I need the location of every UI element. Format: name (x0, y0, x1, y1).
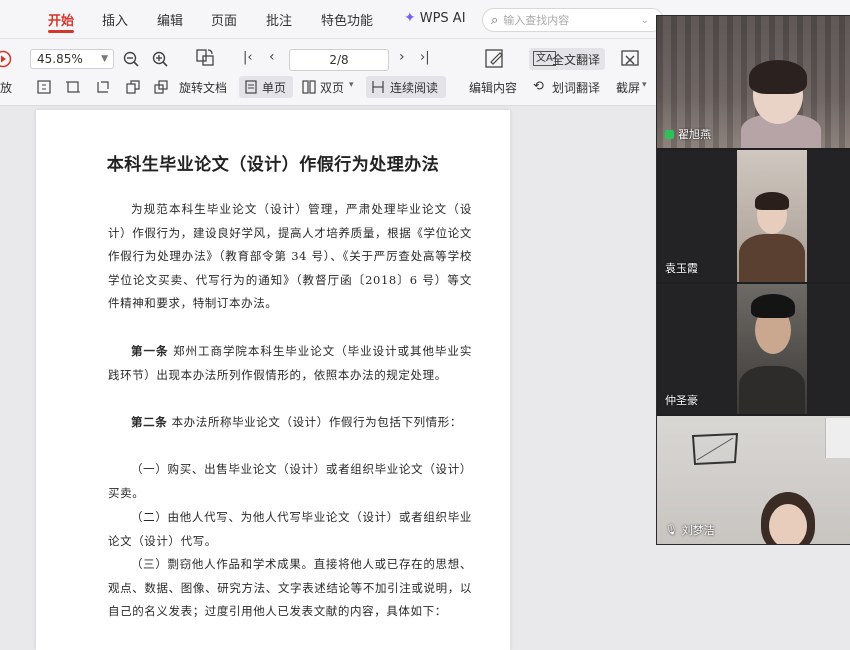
chevron-down-icon[interactable]: ▾ (642, 80, 647, 90)
article-1-heading: 第一条 (131, 344, 169, 358)
edit-content-button[interactable]: 编辑内容 (469, 79, 517, 96)
article-2-heading: 第二条 (131, 415, 168, 429)
search-icon: ⌕ (491, 12, 499, 28)
word-translate-icon: ⟲ (533, 79, 544, 94)
sparkle-icon: ✦ (404, 10, 416, 26)
screenshot-button[interactable]: 截屏 (616, 79, 640, 96)
article-2-body: 本办法所称毕业论文（设计）作假行为包括下列情形： (171, 415, 462, 429)
participant-name: 刘梦洁 (681, 524, 715, 537)
participant-name: 仲圣豪 (665, 394, 698, 407)
continuous-read-button[interactable]: 连续阅读 (390, 79, 438, 96)
zoom-in-icon[interactable] (151, 50, 169, 68)
participant-face (769, 504, 807, 544)
participant-tile[interactable]: 🎙 刘梦洁 (657, 416, 850, 544)
tab-features[interactable]: 特色功能 (321, 10, 373, 29)
word-translate-button[interactable]: 划词翻译 (552, 79, 600, 96)
single-page-button[interactable]: 单页 (262, 79, 286, 96)
participant-body (739, 234, 805, 282)
full-translate-button[interactable]: 全文翻译 (552, 51, 600, 68)
tab-start[interactable]: 开始 (48, 10, 74, 29)
copy-page-icon[interactable] (125, 79, 141, 95)
article-2: 第二条 本办法所称毕业论文（设计）作假行为包括下列情形： (108, 411, 472, 435)
chevron-down-icon[interactable]: ⌄ (641, 15, 649, 26)
search-placeholder: 输入查找内容 (503, 14, 570, 27)
tab-page[interactable]: 页面 (211, 10, 237, 29)
crop-icon[interactable] (65, 79, 81, 95)
participant-body (739, 366, 805, 414)
participant-name: 翟旭燕 (678, 128, 711, 141)
next-page-icon[interactable]: › (399, 49, 405, 65)
participant-hair (749, 60, 807, 94)
participant-hair (751, 294, 795, 318)
participant-name-label: 🎙 刘梦洁 (665, 522, 715, 538)
single-page-icon (245, 80, 257, 94)
zoom-select[interactable]: 45.85% ▼ (30, 49, 114, 69)
fit-page-icon[interactable] (36, 79, 52, 95)
double-page-icon (302, 80, 316, 94)
wps-ai-label: WPS AI (419, 10, 466, 26)
page-number: 2/8 (329, 53, 349, 67)
wall-frame (691, 432, 739, 466)
tab-insert[interactable]: 插入 (102, 10, 128, 29)
tab-edit[interactable]: 编辑 (157, 10, 183, 29)
wps-ai-button[interactable]: ✦ WPS AI (404, 10, 466, 26)
list-item-2: （二）由他人代写、为他人代写毕业论文（设计）或者组织毕业论文（设计）代写。 (108, 510, 472, 548)
participant-tile[interactable]: 袁玉霞 (657, 150, 850, 282)
microphone-muted-icon: 🎙 (665, 524, 678, 536)
participant-name-label: 仲圣豪 (665, 392, 698, 408)
participant-name-label: 翟旭燕 (665, 126, 711, 142)
frame-icon[interactable] (95, 79, 111, 95)
last-page-icon[interactable]: ›| (420, 50, 430, 65)
participant-tile[interactable]: 翟旭燕 (657, 16, 850, 148)
play-circle-icon[interactable] (0, 50, 12, 68)
video-call-panel: 翟旭燕 袁玉霞 仲圣豪 🎙 刘梦洁 (656, 15, 850, 545)
layers-icon[interactable] (153, 79, 169, 95)
zoom-out-icon[interactable] (122, 50, 140, 68)
chevron-down-icon[interactable]: ▾ (349, 80, 354, 90)
document-page[interactable]: 本科生毕业论文（设计）作假行为处理办法 为规范本科生毕业论文（设计）管理，严肃处… (36, 110, 510, 650)
edit-content-icon[interactable] (483, 47, 507, 71)
page-number-input[interactable]: 2/8 (289, 49, 389, 71)
article-1: 第一条 郑州工商学院本科生毕业论文（毕业设计或其他毕业实践环节）出现本办法所列作… (108, 340, 472, 387)
active-tab-indicator (48, 30, 74, 33)
microphone-on-icon (665, 129, 674, 139)
rotate-document-icon[interactable] (194, 47, 216, 69)
document-title: 本科生毕业论文（设计）作假行为处理办法 (106, 155, 440, 175)
list-item-1: （一）购买、出售毕业论文（设计）或者组织毕业论文（设计）买卖。 (108, 462, 472, 500)
participant-name-label: 袁玉霞 (665, 260, 698, 276)
zoom-value: 45.85% (37, 52, 83, 66)
prev-page-icon[interactable]: ‹ (269, 49, 275, 65)
rotate-label[interactable]: 旋转文档 (179, 79, 227, 96)
continuous-read-icon (372, 81, 384, 93)
first-page-icon[interactable]: |‹ (243, 50, 253, 65)
participant-hair (755, 192, 789, 210)
participant-tile[interactable]: 仲圣豪 (657, 284, 850, 414)
tab-comment[interactable]: 批注 (266, 10, 292, 29)
list-item-3: （三）剽窃他人作品和学术成果。直接将他人或已存在的思想、观点、数据、图像、研究方… (108, 557, 472, 618)
search-input[interactable]: ⌕ 输入查找内容 ⌄ (482, 8, 664, 32)
double-page-button[interactable]: 双页 (320, 79, 344, 96)
screenshot-icon[interactable] (618, 48, 642, 70)
intro-paragraph: 为规范本科生毕业论文（设计）管理，严肃处理毕业论文（设计）作假行为，建设良好学风… (108, 202, 472, 310)
play-label: 放 (0, 81, 13, 95)
air-conditioner (825, 418, 850, 458)
participant-name: 袁玉霞 (665, 262, 698, 275)
chevron-down-icon: ▼ (101, 54, 108, 64)
